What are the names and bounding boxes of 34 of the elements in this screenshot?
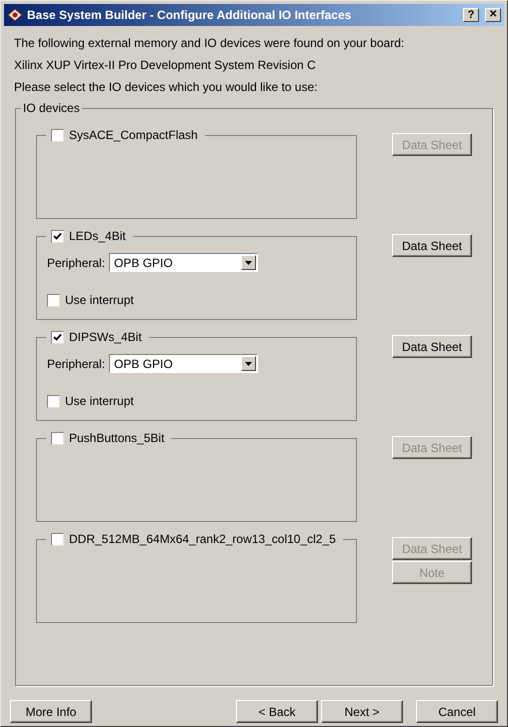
help-button[interactable]: ? xyxy=(463,8,479,22)
field-label: Peripheral: xyxy=(47,254,106,272)
device-name: LEDs_4Bit xyxy=(69,229,127,243)
dialog-button[interactable]: Cancel xyxy=(416,700,498,723)
checkbox[interactable] xyxy=(47,294,60,306)
checkbox[interactable] xyxy=(51,432,64,444)
checkbox[interactable] xyxy=(51,128,64,142)
check-icon xyxy=(53,232,62,240)
device-name: PushButtons_5Bit xyxy=(69,431,166,445)
peripheral-dropdown[interactable]: OPB GPIO xyxy=(109,354,258,373)
intro-text: Xilinx XUP Virtex-II Pro Development System Revision C xyxy=(14,57,317,73)
device-name: DIPSWs_4Bit xyxy=(69,330,143,344)
dialog-button[interactable]: Data Sheet xyxy=(392,234,472,257)
checkbox[interactable] xyxy=(51,532,64,546)
device-name: DDR_512MB_64Mx64_rank2_row13_col10_cl2_5 xyxy=(69,532,337,546)
dialog-button[interactable]: Next > xyxy=(321,700,403,723)
intro-text: The following external memory and IO devices were found on your board: xyxy=(14,35,406,51)
field-label: Peripheral: xyxy=(47,356,106,372)
peripheral-dropdown[interactable]: OPB GPIO xyxy=(109,253,258,272)
dialog-button[interactable]: More Info xyxy=(10,700,92,723)
dialog-button[interactable]: Data Sheet xyxy=(392,335,472,358)
checkbox-label: Use interrupt xyxy=(65,393,134,410)
app-icon xyxy=(7,8,23,22)
checkbox[interactable] xyxy=(47,394,60,408)
check-icon xyxy=(53,332,62,342)
checkbox[interactable] xyxy=(51,330,64,344)
dialog-button[interactable]: < Back xyxy=(236,700,318,723)
device-name: SysACE_CompactFlash xyxy=(69,128,199,142)
group-title: IO devices xyxy=(21,101,82,115)
checkbox-label: Use interrupt xyxy=(65,292,134,309)
checkbox[interactable] xyxy=(51,230,64,242)
intro-text: Please select the IO devices which you would like to use: xyxy=(14,79,318,95)
close-button[interactable]: ✕ xyxy=(485,8,501,22)
window-title: Base System Builder - Configure Additional IO Interfaces xyxy=(27,7,352,24)
